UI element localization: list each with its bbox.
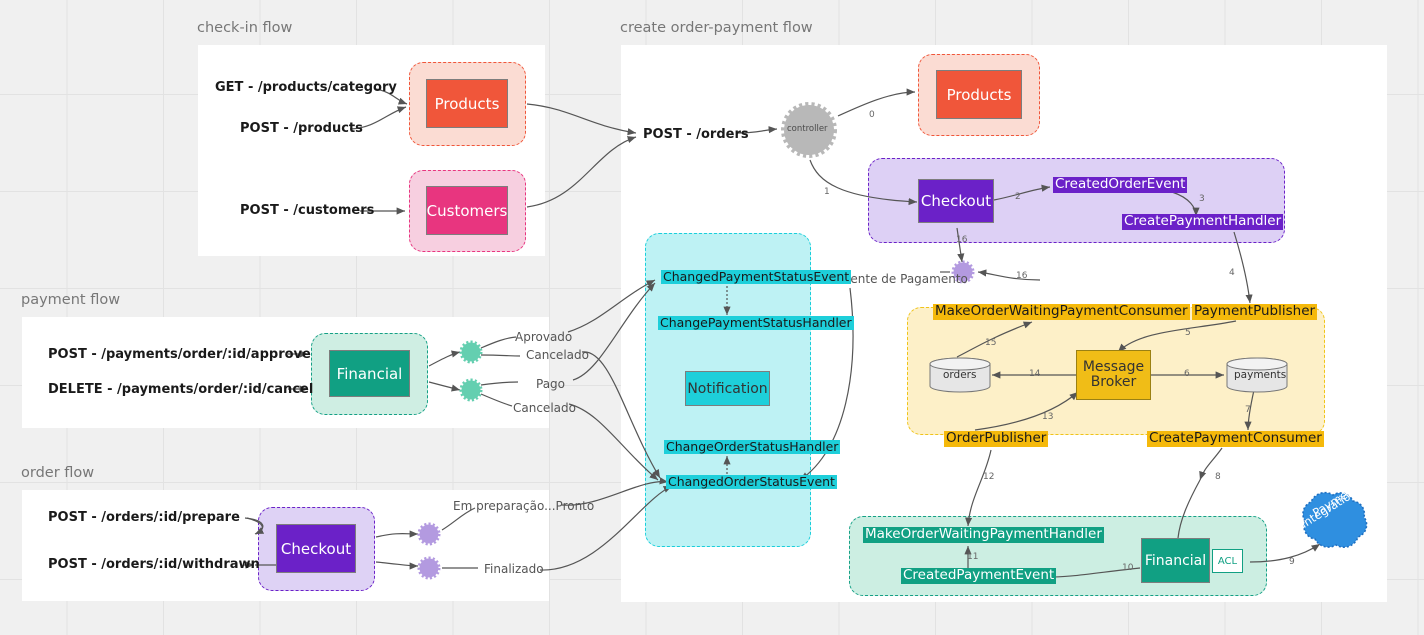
tag-payment-publisher[interactable]: PaymentPublisher (1192, 303, 1318, 320)
panel-title-create-order-payment-flow: create order-payment flow (620, 20, 813, 36)
edge-number-0: 0 (869, 110, 875, 120)
edge-number-5: 5 (1185, 328, 1191, 338)
endpoint-delete-payments-cancel[interactable]: DELETE - /payments/order/:id/cancel (48, 382, 313, 397)
diagram-canvas: check-in flow payment flow order flow cr… (0, 0, 1424, 635)
endpoint-post-orders[interactable]: POST - /orders (643, 127, 749, 142)
message-broker-label: Message Broker (1082, 359, 1145, 390)
database-payments-label: payments (1234, 369, 1287, 381)
edge-number-4: 4 (1229, 268, 1235, 278)
tag-make-order-waiting-payment-handler[interactable]: MakeOrderWaitingPaymentHandler (863, 526, 1104, 543)
service-label: Products (434, 94, 500, 113)
service-notification[interactable]: Notification (685, 371, 770, 406)
edge-number-16a: 16 (956, 235, 968, 245)
status-label-pago: Pago (536, 377, 566, 391)
edge-number-8: 8 (1215, 472, 1221, 482)
message-broker-node[interactable]: Message Broker (1076, 350, 1151, 400)
edge-number-14: 14 (1029, 369, 1041, 379)
service-label: Customers (426, 201, 508, 220)
service-checkout-order-payment[interactable]: Checkout (918, 179, 994, 223)
service-label: Products (946, 85, 1012, 104)
service-label: Financial (1144, 552, 1207, 569)
panel-title-payment-flow: payment flow (21, 292, 121, 308)
status-label-em-preparacao-pronto: Em preparação...Pronto (453, 499, 595, 513)
edge-number-15: 15 (985, 338, 997, 348)
controller-label: controller (787, 124, 828, 134)
tag-order-publisher[interactable]: OrderPublisher (944, 430, 1049, 447)
tag-make-order-waiting-payment-consumer[interactable]: MakeOrderWaitingPaymentConsumer (933, 303, 1190, 320)
tag-create-payment-handler[interactable]: CreatePaymentHandler (1122, 213, 1284, 230)
gear-icon-payment-approved[interactable] (458, 339, 484, 365)
service-label: Checkout (920, 192, 992, 210)
tag-created-payment-event[interactable]: CreatedPaymentEvent (901, 567, 1057, 584)
gear-icon-payment-canceled[interactable] (458, 377, 484, 403)
panel-title-check-in-flow: check-in flow (197, 20, 293, 36)
endpoint-post-orders-withdrawn[interactable]: POST - /orders/:id/withdrawn (48, 557, 260, 572)
status-label-cancelado-2: Cancelado (513, 401, 576, 415)
tag-change-order-status-handler[interactable]: ChangeOrderStatusHandler (664, 439, 841, 455)
edge-number-9: 9 (1289, 557, 1295, 567)
edge-number-1: 1 (824, 187, 830, 197)
service-checkout-order[interactable]: Checkout (276, 524, 356, 573)
tag-changed-order-status-event[interactable]: ChangedOrderStatusEvent (666, 474, 837, 490)
edge-number-12: 12 (983, 472, 995, 482)
gear-icon-order-finished[interactable] (416, 555, 442, 581)
service-label: Notification (687, 380, 768, 397)
endpoint-post-orders-prepare[interactable]: POST - /orders/:id/prepare (48, 510, 240, 525)
endpoint-post-products[interactable]: POST - /products (240, 121, 363, 136)
edge-number-16b: 16 (1016, 271, 1028, 281)
status-label-finalizado: Finalizado (484, 562, 544, 576)
edge-number-13: 13 (1042, 412, 1054, 422)
status-label-aprovado: Aprovado (515, 330, 573, 344)
service-products-checkin[interactable]: Products (426, 79, 508, 128)
edge-number-11: 11 (967, 552, 979, 562)
service-label: Financial (336, 364, 403, 383)
edge-number-3: 3 (1199, 194, 1205, 204)
edge-number-6: 6 (1184, 369, 1190, 379)
edge-number-10: 10 (1122, 563, 1134, 573)
service-customers-checkin[interactable]: Customers (426, 186, 508, 235)
status-label-cancelado-1: Cancelado (526, 348, 589, 362)
edge-number-2: 2 (1015, 192, 1021, 202)
gear-icon-order-preparing[interactable] (416, 521, 442, 547)
panel-payment-flow (22, 317, 549, 428)
tag-create-payment-consumer[interactable]: CreatePaymentConsumer (1147, 430, 1324, 447)
endpoint-get-products-category[interactable]: GET - /products/category (215, 80, 397, 95)
edge-number-7: 7 (1245, 405, 1251, 415)
service-label: Checkout (280, 539, 352, 558)
service-products-order-payment[interactable]: Products (936, 70, 1022, 119)
endpoint-post-payments-approve[interactable]: POST - /payments/order/:id/approve (48, 347, 311, 362)
service-financial-payment[interactable]: Financial (329, 350, 410, 397)
tag-created-order-event[interactable]: CreatedOrderEvent (1053, 176, 1188, 193)
service-financial-order-payment[interactable]: Financial (1141, 538, 1210, 583)
endpoint-post-customers[interactable]: POST - /customers (240, 203, 374, 218)
acl-label: ACL (1217, 555, 1238, 567)
tag-changed-payment-status-event[interactable]: ChangedPaymentStatusEvent (661, 269, 852, 285)
panel-title-order-flow: order flow (21, 465, 95, 481)
tag-change-payment-status-handler[interactable]: ChangePaymentStatusHandler (658, 315, 854, 331)
acl-node[interactable]: ACL (1212, 549, 1243, 573)
database-orders-label: orders (943, 369, 977, 381)
